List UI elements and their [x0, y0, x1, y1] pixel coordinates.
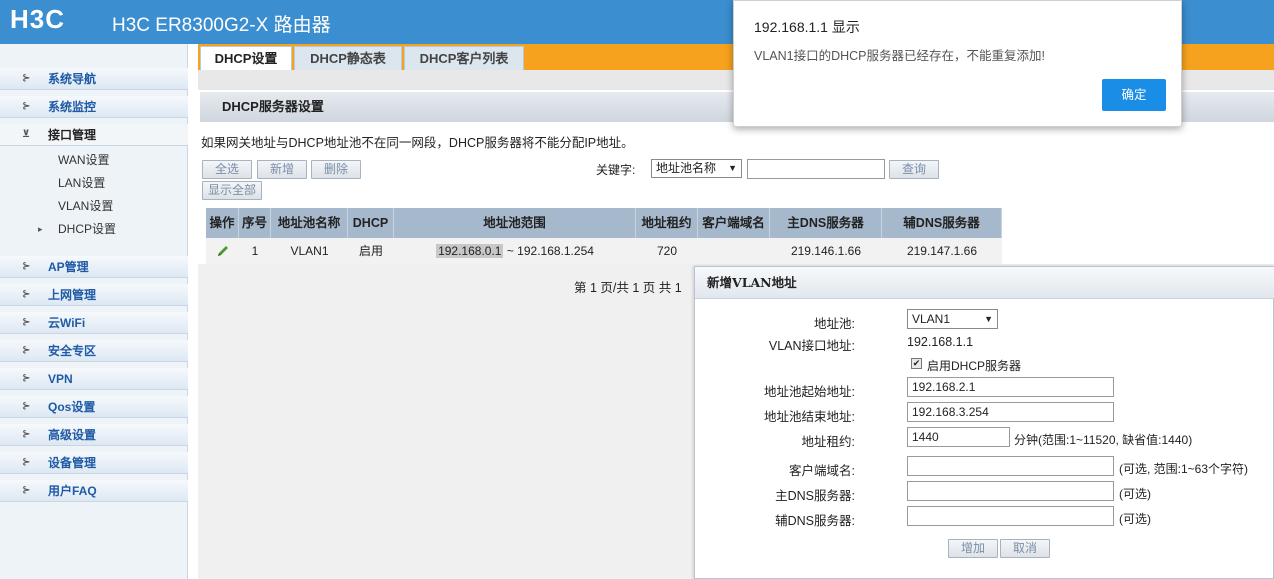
start-address-label: 地址池起始地址: — [764, 385, 855, 399]
keyword-label: 关键字: — [596, 163, 636, 177]
dropdown-caret-icon: ▼ — [728, 163, 737, 173]
sidebar-subitem-lan[interactable]: LAN设置 — [58, 174, 105, 192]
expand-icon: ⊱ — [22, 401, 31, 412]
sidebar-item-device-management[interactable]: ⊱ 设备管理 — [0, 452, 188, 474]
expand-icon: ⊱ — [22, 261, 31, 272]
lease-input[interactable]: 1440 — [907, 427, 1010, 447]
select-all-button[interactable]: 全选 — [202, 160, 252, 179]
enable-dhcp-label: 启用DHCP服务器 — [927, 359, 1022, 373]
sidebar: ⊱ 系统导航 ⊱ 系统监控 ⊻ 接口管理 WAN设置 LAN设置 VLAN设置 ▸ D… — [0, 44, 188, 579]
delete-button[interactable]: 删除 — [311, 160, 361, 179]
dialog-title: 新增VLAN地址 — [695, 267, 1274, 299]
lease-hint: 分钟(范围:1~11520, 缺省值:1440) — [1014, 433, 1193, 447]
table-row-edit[interactable] — [206, 238, 239, 264]
sidebar-item-internet-management[interactable]: ⊱ 上网管理 — [0, 284, 188, 306]
sidebar-subitem-wan[interactable]: WAN设置 — [58, 151, 110, 169]
end-address-input[interactable]: 192.168.3.254 — [907, 402, 1114, 422]
cell-secondary-dns: 219.147.1.66 — [882, 238, 1002, 264]
expand-icon: ⊱ — [22, 373, 31, 384]
dialog-cancel-button[interactable]: 取消 — [1000, 539, 1050, 558]
range-start-highlight: 192.168.0.1 — [436, 244, 504, 258]
pagination-text: 第 1 页/共 1 页 共 1 — [574, 281, 682, 295]
primary-dns-input[interactable] — [907, 481, 1114, 501]
cell-pool-range: 192.168.0.1 ~ 192.168.1.254 — [394, 238, 636, 264]
th-index: 序号 — [239, 208, 271, 238]
expand-icon: ⊱ — [22, 485, 31, 496]
expand-icon: ⊱ — [22, 429, 31, 440]
expand-icon: ⊱ — [22, 73, 31, 84]
dialog-add-button[interactable]: 增加 — [948, 539, 998, 558]
sidebar-item-security[interactable]: ⊱ 安全专区 — [0, 340, 188, 362]
th-pool-name: 地址池名称 — [271, 208, 348, 238]
alert-message: VLAN1接口的DHCP服务器已经存在，不能重复添加! — [754, 49, 1045, 63]
edit-pencil-icon[interactable] — [216, 244, 230, 258]
sidebar-item-user-faq[interactable]: ⊱ 用户FAQ — [0, 480, 188, 502]
sidebar-item-interface-management[interactable]: ⊻ 接口管理 — [0, 124, 188, 146]
cell-dhcp: 启用 — [348, 238, 394, 264]
sidebar-item-advanced[interactable]: ⊱ 高级设置 — [0, 424, 188, 446]
keyword-select[interactable]: 地址池名称 ▼ — [651, 159, 742, 178]
th-secondary-dns: 辅DNS服务器 — [882, 208, 1002, 238]
secondary-dns-hint: (可选) — [1119, 512, 1151, 526]
secondary-dns-label: 辅DNS服务器: — [775, 514, 855, 528]
product-title: H3C ER8300G2-X 路由器 — [112, 15, 331, 36]
sidebar-item-vpn[interactable]: ⊱ VPN — [0, 368, 188, 390]
current-arrow-icon: ▸ — [38, 224, 43, 234]
h3c-logo: H3C — [10, 4, 66, 34]
vlan-ip-value: 192.168.1.1 — [907, 335, 974, 349]
alert-title: 192.168.1.1 显示 — [754, 19, 860, 35]
client-domain-input[interactable] — [907, 456, 1114, 476]
start-address-input[interactable]: 192.168.2.1 — [907, 377, 1114, 397]
keyword-input[interactable] — [747, 159, 885, 179]
add-vlan-dialog: 新增VLAN地址 地址池: VLAN1 ▼ VLAN接口地址: 192.168.1… — [694, 266, 1274, 579]
sidebar-item-cloud-wifi[interactable]: ⊱ 云WiFi — [0, 312, 188, 334]
cell-index: 1 — [239, 238, 271, 264]
vlan-ip-label: VLAN接口地址: — [768, 339, 855, 353]
client-domain-hint: (可选, 范围:1~63个字符) — [1119, 462, 1249, 476]
client-domain-label: 客户端域名: — [789, 464, 855, 478]
sidebar-subitem-dhcp[interactable]: DHCP设置 — [58, 220, 116, 238]
sidebar-item-system-nav[interactable]: ⊱ 系统导航 — [0, 68, 188, 90]
th-dhcp: DHCP — [348, 208, 394, 238]
expand-icon: ⊱ — [22, 317, 31, 328]
th-primary-dns: 主DNS服务器 — [770, 208, 882, 238]
expand-icon: ⊱ — [22, 345, 31, 356]
tab-dhcp-static[interactable]: DHCP静态表 — [294, 46, 402, 70]
sidebar-item-qos[interactable]: ⊱ Qos设置 — [0, 396, 188, 418]
expand-icon: ⊱ — [22, 101, 31, 112]
show-all-button[interactable]: 显示全部 — [202, 181, 262, 200]
end-address-label: 地址池结束地址: — [764, 410, 855, 424]
th-pool-range: 地址池范围 — [394, 208, 636, 238]
cell-lease: 720 — [636, 238, 698, 264]
lease-label: 地址租约: — [801, 435, 855, 449]
enable-dhcp-checkbox[interactable]: ✔ — [911, 358, 922, 369]
tab-dhcp-settings[interactable]: DHCP设置 — [200, 46, 292, 70]
cell-primary-dns: 219.146.1.66 — [770, 238, 882, 264]
th-client-domain: 客户端域名 — [698, 208, 770, 238]
primary-dns-hint: (可选) — [1119, 487, 1151, 501]
pool-label: 地址池: — [814, 317, 855, 331]
expand-icon: ⊱ — [22, 289, 31, 300]
alert-ok-button[interactable]: 确定 — [1102, 79, 1166, 111]
cell-client-domain — [698, 238, 770, 264]
add-button[interactable]: 新增 — [257, 160, 307, 179]
notice-text: 如果网关地址与DHCP地址池不在同一网段，DHCP服务器将不能分配IP地址。 — [201, 136, 634, 150]
search-button[interactable]: 查询 — [889, 160, 939, 179]
expand-icon: ⊱ — [22, 457, 31, 468]
secondary-dns-input[interactable] — [907, 506, 1114, 526]
primary-dns-label: 主DNS服务器: — [775, 489, 855, 503]
pool-select[interactable]: VLAN1 ▼ — [907, 309, 998, 329]
browser-alert: 192.168.1.1 显示 VLAN1接口的DHCP服务器已经存在，不能重复添… — [733, 0, 1182, 127]
sidebar-item-system-monitor[interactable]: ⊱ 系统监控 — [0, 96, 188, 118]
cell-pool-name: VLAN1 — [271, 238, 348, 264]
dropdown-caret-icon: ▼ — [984, 314, 993, 324]
sidebar-item-ap-management[interactable]: ⊱ AP管理 — [0, 256, 188, 278]
sidebar-subitem-vlan[interactable]: VLAN设置 — [58, 197, 113, 215]
tab-dhcp-clients[interactable]: DHCP客户列表 — [404, 46, 524, 70]
th-operation: 操作 — [206, 208, 239, 238]
collapse-icon: ⊻ — [22, 129, 31, 140]
th-lease: 地址租约 — [636, 208, 698, 238]
